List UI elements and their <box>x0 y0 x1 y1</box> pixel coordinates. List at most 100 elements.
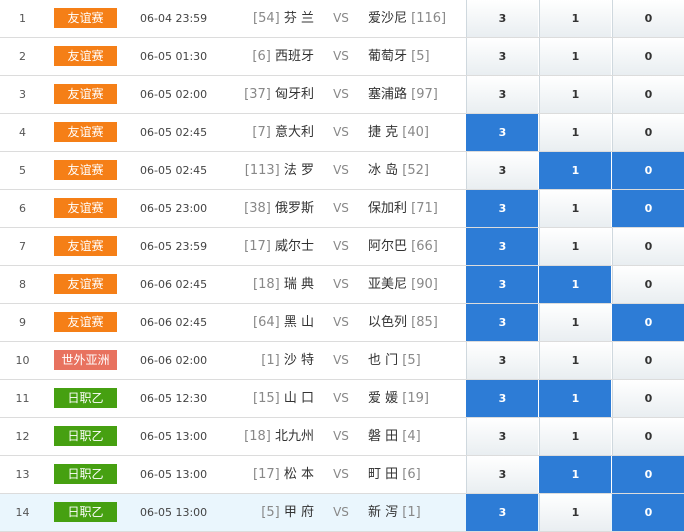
league-badge[interactable]: 世外亚洲 <box>54 350 117 370</box>
draw-option-button[interactable]: 1 <box>539 494 611 531</box>
lose-option-button[interactable]: 0 <box>612 190 684 227</box>
match-row: 13 日职乙 06-05 13:00 [17] 松 本 VS 町 田 [6] 3… <box>0 456 684 494</box>
away-team[interactable]: 阿尔巴 [66] <box>368 228 463 265</box>
league-badge[interactable]: 友谊赛 <box>54 84 117 104</box>
lose-option-button[interactable]: 0 <box>612 0 684 37</box>
away-team[interactable]: 爱 媛 [19] <box>368 380 463 417</box>
home-team[interactable]: [17] 威尔士 <box>228 228 314 265</box>
win-option-button[interactable]: 3 <box>466 76 538 113</box>
win-option-button[interactable]: 3 <box>466 190 538 227</box>
draw-option-button[interactable]: 1 <box>539 38 611 75</box>
draw-option-button[interactable]: 1 <box>539 266 611 303</box>
win-option-button[interactable]: 3 <box>466 380 538 417</box>
lose-option-button[interactable]: 0 <box>612 152 684 189</box>
win-option-button[interactable]: 3 <box>466 456 538 493</box>
home-team-name: 匈牙利 <box>274 87 314 102</box>
league-badge[interactable]: 友谊赛 <box>54 312 117 332</box>
match-table: 1 友谊赛 06-04 23:59 [54] 芬 兰 VS 爱沙尼 [116] … <box>0 0 684 532</box>
away-team[interactable]: 町 田 [6] <box>368 456 463 493</box>
home-team[interactable]: [18] 瑞 典 <box>228 266 314 303</box>
draw-option-button[interactable]: 1 <box>539 76 611 113</box>
draw-option-button[interactable]: 1 <box>539 418 611 455</box>
lose-option-button[interactable]: 0 <box>612 380 684 417</box>
home-team[interactable]: [6] 西班牙 <box>228 38 314 75</box>
lose-option-button[interactable]: 0 <box>612 228 684 265</box>
league-badge[interactable]: 友谊赛 <box>54 46 117 66</box>
home-team[interactable]: [64] 黑 山 <box>228 304 314 341</box>
win-option-button[interactable]: 3 <box>466 304 538 341</box>
away-team[interactable]: 也 门 [5] <box>368 342 463 379</box>
league-badge[interactable]: 友谊赛 <box>54 236 117 256</box>
win-option-button[interactable]: 3 <box>466 418 538 455</box>
league-badge[interactable]: 友谊赛 <box>54 274 117 294</box>
lose-option-button[interactable]: 0 <box>612 266 684 303</box>
home-rank: [37] <box>244 87 271 102</box>
draw-option-button[interactable]: 1 <box>539 456 611 493</box>
lose-option-button[interactable]: 0 <box>612 342 684 379</box>
draw-option-button[interactable]: 1 <box>539 304 611 341</box>
away-team[interactable]: 塞浦路 [97] <box>368 76 463 113</box>
home-team[interactable]: [15] 山 口 <box>228 380 314 417</box>
home-team[interactable]: [54] 芬 兰 <box>228 0 314 37</box>
away-team[interactable]: 以色列 [85] <box>368 304 463 341</box>
lose-option-button[interactable]: 0 <box>612 494 684 531</box>
league-badge[interactable]: 友谊赛 <box>54 122 117 142</box>
draw-option-button[interactable]: 1 <box>539 152 611 189</box>
draw-option-button[interactable]: 1 <box>539 380 611 417</box>
lose-option-button[interactable]: 0 <box>612 418 684 455</box>
away-team-name: 塞浦路 <box>368 87 408 102</box>
league-cell: 友谊赛 <box>54 304 117 341</box>
win-option-button[interactable]: 3 <box>466 114 538 151</box>
win-option-button[interactable]: 3 <box>466 152 538 189</box>
draw-option-button[interactable]: 1 <box>539 342 611 379</box>
lose-option-button[interactable]: 0 <box>612 456 684 493</box>
league-badge[interactable]: 友谊赛 <box>54 198 117 218</box>
home-rank: [1] <box>261 353 280 368</box>
lose-option-button[interactable]: 0 <box>612 76 684 113</box>
win-option-button[interactable]: 3 <box>466 342 538 379</box>
win-option-button[interactable]: 3 <box>466 0 538 37</box>
win-option-button[interactable]: 3 <box>466 494 538 531</box>
league-badge[interactable]: 日职乙 <box>54 464 117 484</box>
draw-option-button[interactable]: 1 <box>539 114 611 151</box>
home-team[interactable]: [7] 意大利 <box>228 114 314 151</box>
home-team[interactable]: [1] 沙 特 <box>228 342 314 379</box>
match-number: 11 <box>15 392 30 405</box>
match-number: 4 <box>19 126 26 139</box>
win-option-button[interactable]: 3 <box>466 228 538 265</box>
win-option-button[interactable]: 3 <box>466 266 538 303</box>
home-team[interactable]: [5] 甲 府 <box>228 494 314 531</box>
away-team[interactable]: 葡萄牙 [5] <box>368 38 463 75</box>
league-badge[interactable]: 友谊赛 <box>54 160 117 180</box>
away-team-name: 冰 岛 <box>368 163 399 178</box>
league-badge[interactable]: 日职乙 <box>54 388 117 408</box>
home-team[interactable]: [38] 俄罗斯 <box>228 190 314 227</box>
lose-option-button[interactable]: 0 <box>612 114 684 151</box>
home-team[interactable]: [18] 北九州 <box>228 418 314 455</box>
home-rank: [17] <box>253 467 280 482</box>
away-team[interactable]: 磐 田 [4] <box>368 418 463 455</box>
draw-option-button[interactable]: 1 <box>539 228 611 265</box>
home-team[interactable]: [37] 匈牙利 <box>228 76 314 113</box>
lose-option-button[interactable]: 0 <box>612 38 684 75</box>
draw-option-button[interactable]: 1 <box>539 0 611 37</box>
league-badge[interactable]: 日职乙 <box>54 426 117 446</box>
away-team-name: 町 田 <box>368 467 399 482</box>
home-team[interactable]: [113] 法 罗 <box>228 152 314 189</box>
away-team[interactable]: 捷 克 [40] <box>368 114 463 151</box>
home-team[interactable]: [17] 松 本 <box>228 456 314 493</box>
league-badge[interactable]: 友谊赛 <box>54 8 117 28</box>
league-cell: 友谊赛 <box>54 0 117 37</box>
league-cell: 友谊赛 <box>54 76 117 113</box>
away-team-name: 阿尔巴 <box>368 239 408 254</box>
away-team[interactable]: 亚美尼 [90] <box>368 266 463 303</box>
away-team[interactable]: 爱沙尼 [116] <box>368 0 463 37</box>
vs-label: VS <box>333 315 349 329</box>
win-option-button[interactable]: 3 <box>466 38 538 75</box>
away-team[interactable]: 保加利 [71] <box>368 190 463 227</box>
draw-option-button[interactable]: 1 <box>539 190 611 227</box>
away-team[interactable]: 冰 岛 [52] <box>368 152 463 189</box>
lose-option-button[interactable]: 0 <box>612 304 684 341</box>
away-team[interactable]: 新 泻 [1] <box>368 494 463 531</box>
league-badge[interactable]: 日职乙 <box>54 502 117 522</box>
